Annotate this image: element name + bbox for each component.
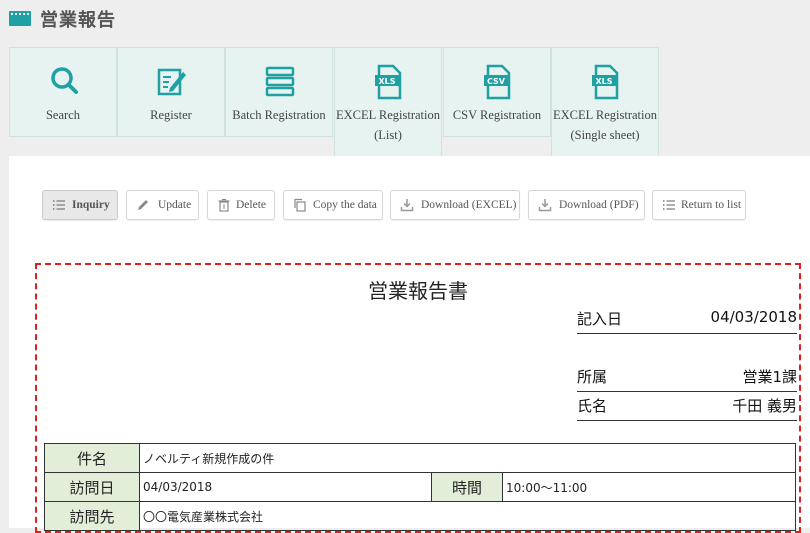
table-row: 件名 ノベルティ新規作成の件 — [44, 443, 796, 473]
report-table: 件名 ノベルティ新規作成の件 訪問日 04/03/2018 時間 10:00～1… — [44, 443, 796, 531]
csv-badge: CSV — [487, 77, 506, 86]
batch-list-icon — [265, 66, 295, 97]
subject-value: ノベルティ新規作成の件 — [139, 443, 796, 473]
search-icon — [51, 67, 78, 94]
download-icon — [538, 199, 552, 212]
tile-label: EXCEL Registration (List) — [335, 105, 441, 145]
return-label: Return to list — [681, 199, 742, 211]
delete-label: Delete — [236, 199, 267, 211]
download-icon — [400, 199, 414, 212]
visit-date-value: 04/03/2018 — [139, 472, 432, 502]
table-row: 訪問先 〇〇電気産業株式会社 — [44, 501, 796, 531]
xls-file-icon: XLS — [592, 64, 619, 100]
copy-label: Copy the data — [313, 199, 377, 211]
tile-label-line1: EXCEL Registration — [335, 108, 441, 122]
entry-date-label: 記入日 — [577, 310, 623, 328]
inquiry-button[interactable]: Inquiry — [42, 190, 118, 220]
tile-label-line1: EXCEL Registration — [552, 108, 658, 122]
excel-registration-list-tile[interactable]: XLS EXCEL Registration (List) — [334, 47, 442, 158]
csv-file-icon: CSV — [484, 64, 511, 100]
inquiry-label: Inquiry — [72, 199, 110, 211]
page-title: 営業報告 — [40, 10, 116, 31]
xls-badge: XLS — [378, 77, 395, 86]
search-tile[interactable]: Search — [9, 47, 117, 137]
entry-date-row: 記入日 04/03/2018 — [577, 305, 797, 334]
return-to-list-button[interactable]: Return to list — [652, 190, 746, 220]
department-value: 営業1課 — [742, 368, 797, 386]
subject-label: 件名 — [44, 443, 140, 473]
list-icon — [663, 200, 675, 210]
page-header: 営業報告 — [0, 0, 810, 40]
visit-date-label: 訪問日 — [44, 472, 140, 502]
table-row: 訪問日 04/03/2018 時間 10:00～11:00 — [44, 472, 796, 502]
download-excel-button[interactable]: Download (EXCEL) — [390, 190, 520, 220]
edit-icon — [157, 68, 186, 96]
time-label: 時間 — [431, 472, 503, 502]
copy-data-button[interactable]: Copy the data — [283, 190, 383, 220]
tile-label: CSV Registration — [452, 108, 542, 122]
trash-icon — [218, 198, 230, 212]
tile-label: Batch Registration — [232, 108, 326, 122]
register-tile[interactable]: Register — [117, 47, 225, 137]
tile-label-line2: (List) — [374, 128, 402, 142]
delete-button[interactable]: Delete — [207, 190, 275, 220]
tile-label: Search — [45, 108, 80, 122]
update-button[interactable]: Update — [126, 190, 199, 220]
copy-icon — [294, 198, 306, 212]
name-label: 氏名 — [577, 397, 608, 415]
tile-label: EXCEL Registration (Single sheet) — [552, 105, 658, 145]
visit-to-label: 訪問先 — [44, 501, 140, 531]
xls-file-icon: XLS — [375, 64, 402, 100]
download-excel-label: Download (EXCEL) — [421, 199, 517, 211]
department-label: 所属 — [577, 368, 608, 386]
department-row: 所属 営業1課 — [577, 363, 797, 392]
tile-label-line2: (Single sheet) — [570, 128, 640, 142]
update-label: Update — [158, 199, 192, 211]
sales-report-sheet: 営業報告書 記入日 04/03/2018 所属 営業1課 氏名 千田 義男 件名… — [35, 263, 801, 533]
pencil-icon — [138, 200, 148, 210]
name-row: 氏名 千田 義男 — [577, 392, 797, 421]
entry-date-value: 04/03/2018 — [710, 308, 797, 326]
tile-label: Register — [150, 108, 192, 122]
name-value: 千田 義男 — [732, 397, 797, 415]
download-pdf-label: Download (PDF) — [559, 199, 639, 211]
download-pdf-button[interactable]: Download (PDF) — [528, 190, 645, 220]
visit-to-value: 〇〇電気産業株式会社 — [139, 501, 796, 531]
content-panel: Inquiry Update Delete Copy the data Down… — [9, 156, 810, 533]
window-icon — [9, 11, 31, 26]
batch-registration-tile[interactable]: Batch Registration — [225, 47, 333, 137]
xls-badge: XLS — [595, 77, 612, 86]
excel-registration-single-tile[interactable]: XLS EXCEL Registration (Single sheet) — [551, 47, 659, 158]
report-title: 営業報告書 — [368, 279, 468, 303]
list-icon — [53, 200, 65, 210]
csv-registration-tile[interactable]: CSV CSV Registration — [443, 47, 551, 137]
time-value: 10:00～11:00 — [502, 472, 796, 502]
